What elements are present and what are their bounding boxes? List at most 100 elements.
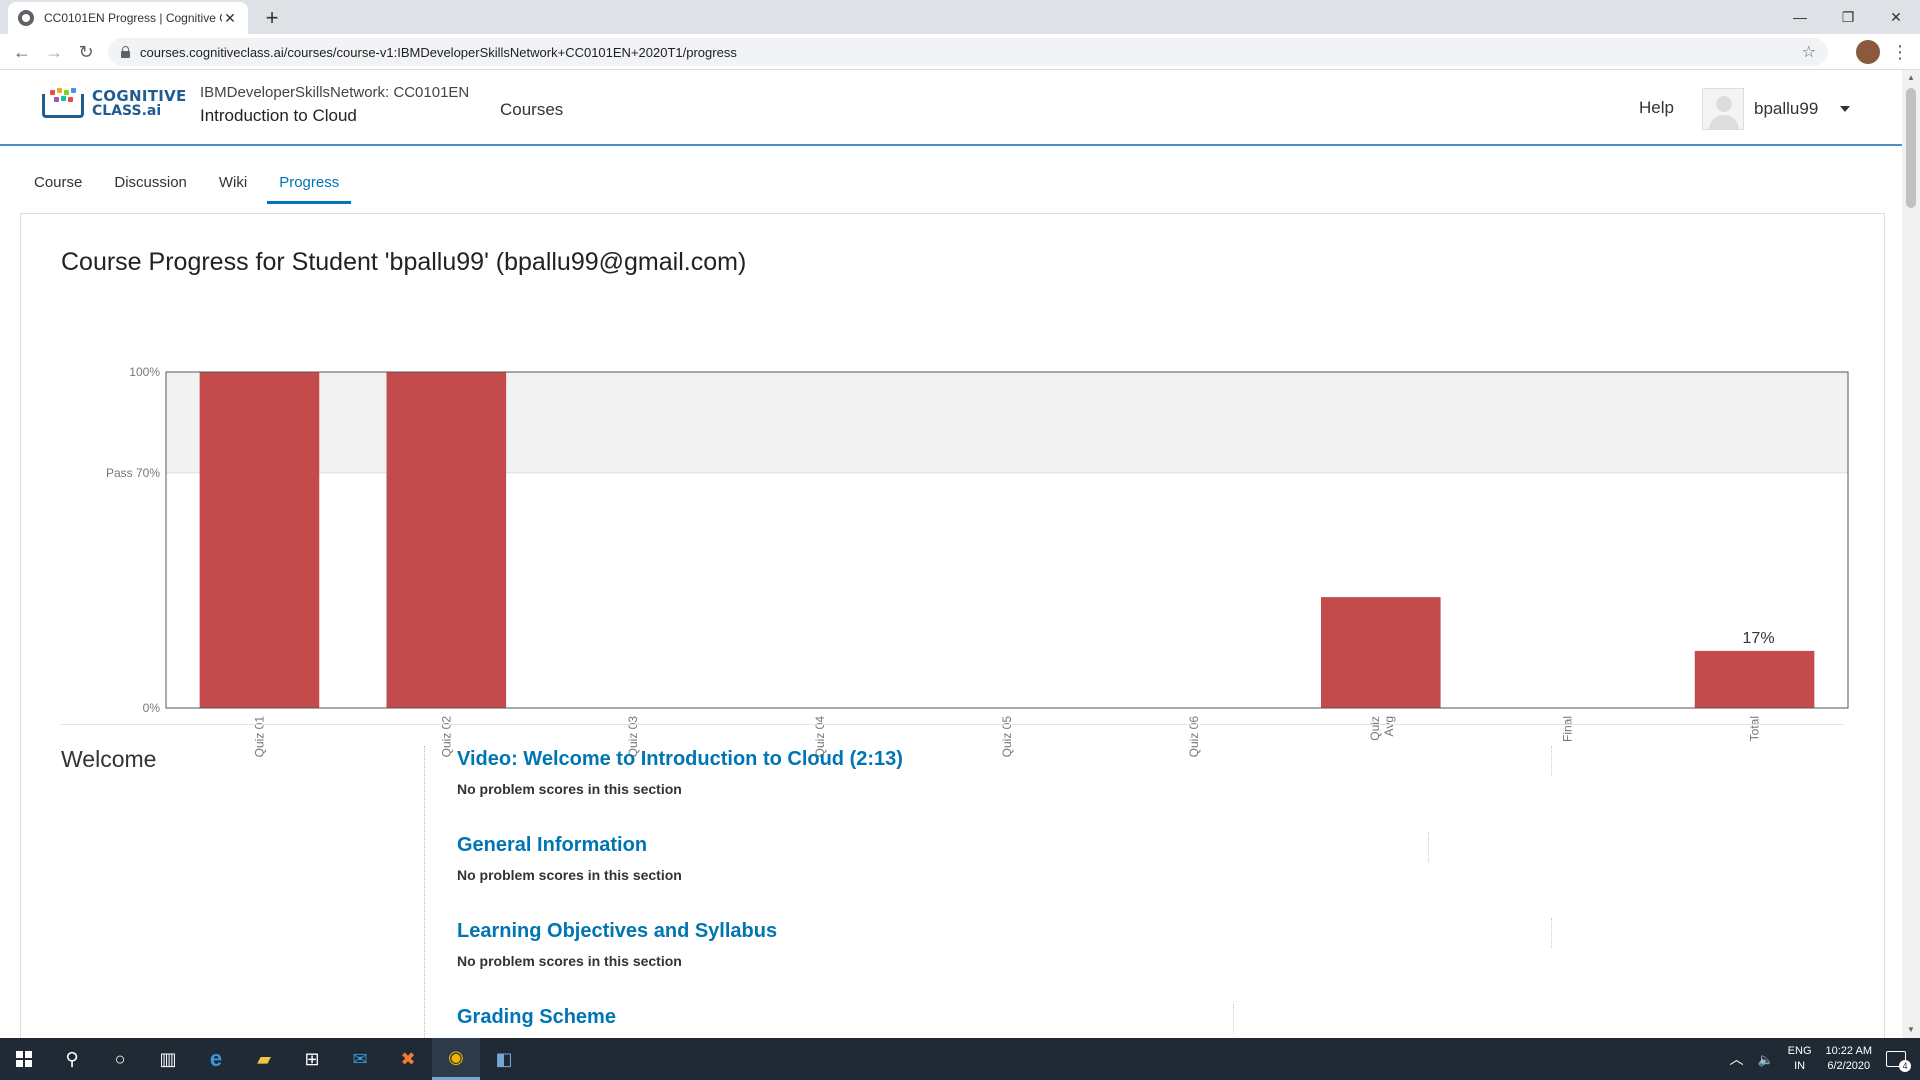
site-favicon-icon — [18, 10, 34, 26]
lang-line2: IN — [1794, 1060, 1806, 1072]
tray-chevron-icon[interactable]: ︿ — [1729, 1051, 1743, 1067]
tab-title: CC0101EN Progress | Cognitive C — [44, 11, 222, 25]
windows-logo-icon — [16, 1051, 32, 1067]
url-text: courses.cognitiveclass.ai/courses/course… — [140, 44, 737, 60]
username: bpallu99 — [1754, 99, 1819, 118]
clock-date: 6/2/2020 — [1827, 1060, 1871, 1072]
x-tick-label: Quiz 02 — [439, 716, 453, 758]
new-tab-button[interactable]: + — [258, 4, 286, 32]
course-name: Introduction to Cloud — [200, 106, 357, 125]
chapter-divider — [424, 746, 425, 1038]
scroll-up-icon[interactable]: ▲ — [1902, 70, 1920, 86]
bar-quiz-02 — [386, 372, 507, 708]
language-indicator[interactable]: ENG IN — [1788, 1044, 1812, 1074]
section-rule — [1551, 918, 1552, 948]
section-score-note: No problem scores in this section — [457, 953, 682, 969]
x-tick-text: QuizAvg — [1368, 716, 1396, 741]
y-tick-label: 100% — [129, 365, 160, 379]
task-view-icon[interactable]: ▥ — [144, 1038, 192, 1080]
address-bar[interactable]: courses.cognitiveclass.ai/courses/course… — [108, 38, 1828, 66]
help-link[interactable]: Help — [1639, 98, 1674, 118]
vscode-icon[interactable]: ◧ — [480, 1038, 528, 1080]
section-welcome-video: Video: Welcome to Introduction to Cloud … — [457, 748, 903, 797]
course-org: IBMDeveloperSkillsNetwork: CC0101EN — [200, 84, 470, 101]
back-arrow-icon[interactable]: ← — [10, 40, 34, 64]
logo-line2: CLASS.ai — [92, 103, 162, 119]
x-tick-text: Quiz 05 — [1000, 716, 1014, 758]
browser-tab[interactable]: CC0101EN Progress | Cognitive C ✕ — [8, 2, 248, 34]
browser-menu-icon[interactable]: ⋮ — [1890, 40, 1910, 64]
x-tick-text: Final — [1561, 716, 1575, 742]
section-link[interactable]: Grading Scheme — [457, 1006, 616, 1029]
x-tick-text: Total — [1748, 716, 1762, 741]
restore-icon[interactable]: ❐ — [1824, 0, 1872, 34]
clock[interactable]: 10:22 AM 6/2/2020 — [1826, 1044, 1872, 1074]
section-rule — [1551, 746, 1552, 776]
x-tick-label: Quiz 05 — [1000, 716, 1014, 758]
notifications-icon[interactable]: 4 — [1886, 1051, 1911, 1072]
chrome-icon[interactable]: ◉ — [432, 1038, 480, 1080]
lang-line1: ENG — [1787, 1045, 1812, 1057]
data-label: 17% — [1743, 630, 1775, 647]
tab-progress[interactable]: Progress — [267, 170, 352, 204]
section-rule — [1428, 832, 1429, 862]
start-button[interactable] — [0, 1038, 48, 1080]
section-rule — [1233, 1004, 1234, 1034]
close-window-icon[interactable]: ✕ — [1872, 0, 1920, 34]
browser-toolbar: ← → ↻ courses.cognitiveclass.ai/courses/… — [0, 34, 1920, 70]
search-icon[interactable]: ⚲ — [48, 1038, 96, 1080]
course-tabs: Course Discussion Wiki Progress — [22, 170, 359, 204]
tab-discussion[interactable]: Discussion — [102, 170, 199, 204]
user-avatar — [1702, 88, 1744, 130]
x-tick-text: Quiz 02 — [439, 716, 453, 758]
system-tray: ︿ 🔈 ENG IN 10:22 AM 6/2/2020 4 — [1729, 1038, 1920, 1080]
forward-arrow-icon[interactable]: → — [42, 40, 66, 64]
file-explorer-icon[interactable]: ▰ — [240, 1038, 288, 1080]
x-tick-text: Quiz 06 — [1187, 716, 1201, 758]
section-link[interactable]: General Information — [457, 834, 682, 857]
store-icon[interactable]: ⊞ — [288, 1038, 336, 1080]
volume-icon[interactable]: 🔈 — [1757, 1052, 1773, 1067]
x-tick-label: Total — [1748, 716, 1762, 741]
mail-icon[interactable]: ✉ — [336, 1038, 384, 1080]
x-tick-label: Final — [1561, 716, 1575, 742]
divider — [61, 724, 1843, 725]
bar-quiz-01 — [199, 372, 320, 708]
windows-taskbar: ⚲ ○ ▥ e ▰ ⊞ ✉ ✖ ◉ ◧ ︿ 🔈 ENG IN 10:22 AM … — [0, 1038, 1920, 1080]
courses-link[interactable]: Courses — [500, 100, 563, 120]
scroll-down-icon[interactable]: ▼ — [1902, 1022, 1920, 1038]
section-general-information: General Information No problem scores in… — [457, 834, 682, 883]
xampp-icon[interactable]: ✖ — [384, 1038, 432, 1080]
section-grading-scheme: Grading Scheme — [457, 1006, 616, 1029]
page: COGNITIVE CLASS.ai IBMDeveloperSkillsNet… — [0, 70, 1902, 1038]
cognitive-class-logo[interactable]: COGNITIVE CLASS.ai — [40, 88, 187, 120]
section-score-note: No problem scores in this section — [457, 867, 682, 883]
scroll-thumb[interactable] — [1906, 88, 1916, 208]
window-controls: — ❐ ✕ — [1776, 0, 1920, 34]
profile-avatar[interactable] — [1856, 40, 1880, 64]
bar-quiz-avg — [1320, 597, 1441, 708]
cortana-icon[interactable]: ○ — [96, 1038, 144, 1080]
section-link[interactable]: Learning Objectives and Syllabus — [457, 920, 777, 943]
chapter-title: Welcome — [61, 746, 157, 772]
user-menu[interactable]: bpallu99 — [1702, 88, 1862, 130]
site-header: COGNITIVE CLASS.ai IBMDeveloperSkillsNet… — [0, 70, 1902, 146]
y-tick-label: 0% — [143, 701, 161, 715]
section-score-note: No problem scores in this section — [457, 781, 682, 797]
chevron-down-icon[interactable] — [1840, 106, 1851, 112]
x-tick-label: Quiz 06 — [1187, 716, 1201, 758]
minimize-icon[interactable]: — — [1776, 0, 1824, 34]
tab-course[interactable]: Course — [22, 170, 94, 204]
x-tick-text: Quiz 01 — [252, 716, 266, 758]
tab-wiki[interactable]: Wiki — [207, 170, 259, 204]
edge-browser-icon[interactable]: e — [192, 1038, 240, 1080]
bookmark-star-icon[interactable]: ☆ — [1802, 42, 1816, 62]
section-learning-objectives: Learning Objectives and Syllabus No prob… — [457, 920, 777, 969]
reload-icon[interactable]: ↻ — [74, 40, 98, 64]
logo-book-icon — [40, 88, 86, 120]
page-scrollbar[interactable]: ▲ ▼ — [1902, 70, 1920, 1038]
section-link[interactable]: Video: Welcome to Introduction to Cloud … — [457, 748, 903, 771]
close-tab-icon[interactable]: ✕ — [222, 10, 238, 27]
x-tick-label: Quiz 01 — [252, 716, 266, 758]
clock-time: 10:22 AM — [1825, 1045, 1872, 1057]
